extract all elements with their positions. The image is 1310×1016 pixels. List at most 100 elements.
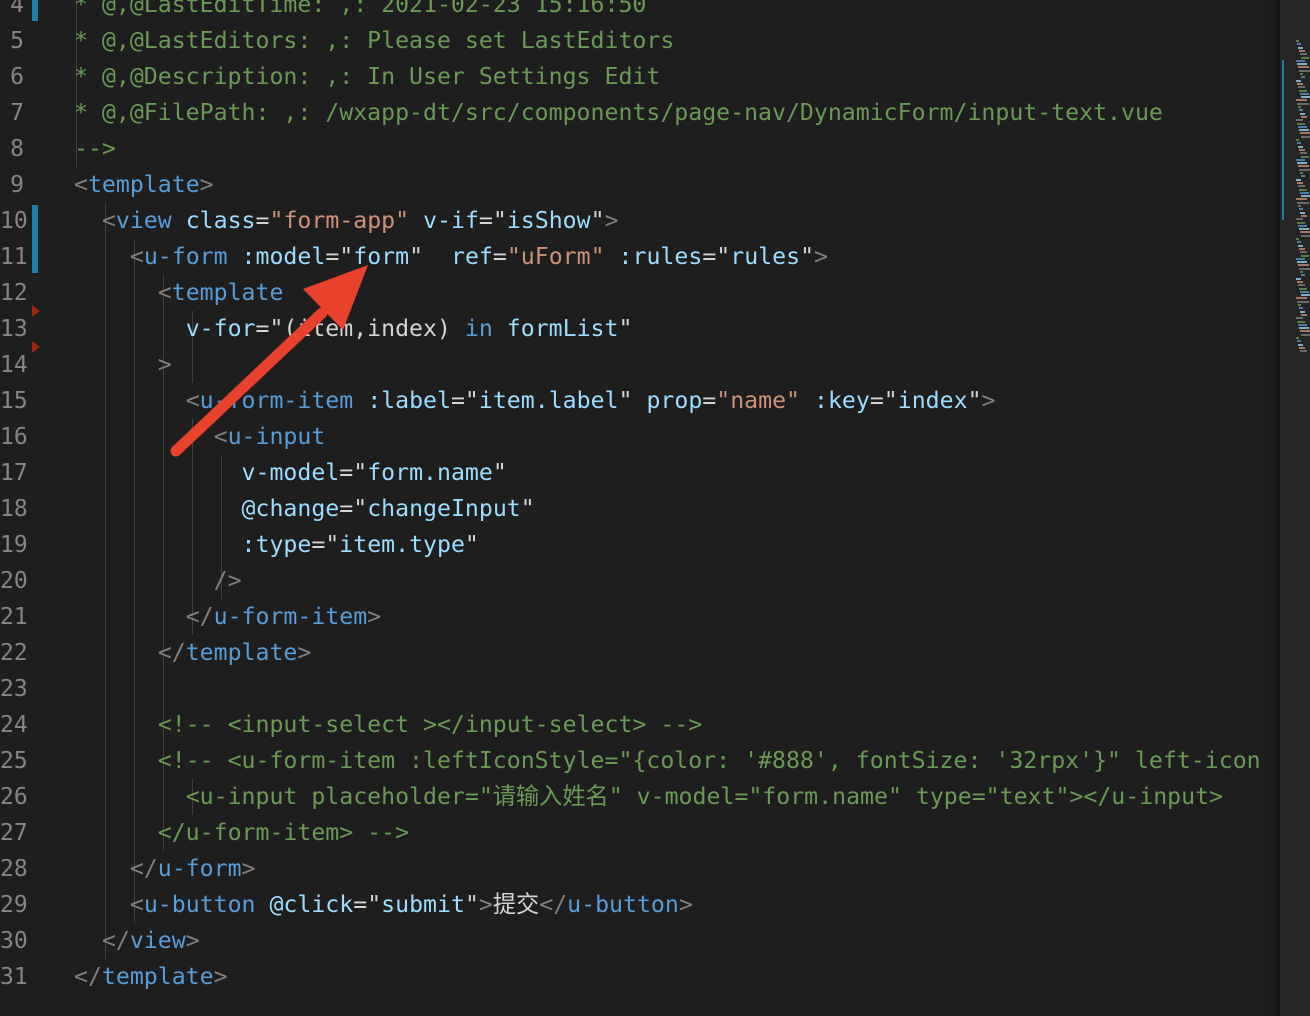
text-token: 提交 — [492, 891, 540, 918]
minimap-line — [1297, 261, 1307, 264]
attribute-name: :rules — [618, 243, 703, 270]
line-number: 26 — [0, 784, 28, 810]
code-line[interactable]: </view> — [74, 923, 200, 959]
tag-name: u-form — [157, 855, 242, 882]
code-line[interactable]: </u-form-item> — [74, 599, 381, 635]
text-token: = — [325, 243, 340, 270]
minimap-line — [1296, 178, 1301, 181]
comment-token: <!-- <input-select ></input-select> --> — [157, 711, 703, 738]
line-number: 7 — [10, 100, 24, 126]
code-line[interactable]: <template — [74, 275, 284, 311]
minimap-line — [1299, 208, 1303, 211]
minimap-line — [1296, 257, 1305, 260]
code-line[interactable]: </u-form> — [74, 851, 256, 887]
code-line[interactable]: * @,@Description: ,: In User Settings Ed… — [74, 59, 660, 95]
string-value: "name" — [716, 387, 801, 414]
code-line[interactable]: @change="changeInput" — [74, 491, 535, 527]
code-editor[interactable]: 4 5 6 7 8 9 10 11 12 13 14 15 16 17 18 19 20 21 22 23 24 25 26… — [0, 0, 1280, 1016]
line-number: 11 — [0, 244, 28, 270]
code-line[interactable]: * @,@LastEditTime: ,: 2021-02-23 15:16:5… — [74, 0, 646, 23]
minimap-line — [1296, 59, 1305, 62]
code-line[interactable]: <template> — [74, 167, 214, 203]
code-line[interactable]: <u-input placeholder="请输入姓名" v-model="fo… — [74, 779, 1223, 815]
tag-name: u-form — [143, 243, 228, 270]
text-token: " — [967, 387, 982, 414]
code-line[interactable]: <u-form :model="form" ref="uForm" :rules… — [74, 239, 828, 275]
text-token: = — [255, 207, 270, 234]
code-line[interactable]: <u-input — [74, 419, 326, 455]
line-number: 19 — [0, 532, 28, 558]
git-deleted-marker[interactable] — [32, 305, 40, 317]
text-token: " — [353, 459, 368, 486]
minimap-line — [1298, 106, 1301, 108]
code-line[interactable]: /> — [74, 563, 242, 599]
text-token: " — [618, 315, 633, 342]
minimap-line — [1296, 158, 1305, 161]
attribute-name: @change — [241, 495, 340, 522]
line-number: 5 — [10, 28, 24, 54]
minimap-line — [1300, 211, 1305, 214]
code-line[interactable]: <!-- <u-form-item :leftIconStyle="{color… — [74, 743, 1261, 779]
line-number: 6 — [10, 64, 24, 90]
code-line[interactable]: <u-form-item :label="item.label" prop="n… — [74, 383, 996, 419]
minimap-line — [1300, 290, 1309, 293]
minimap-line — [1297, 142, 1301, 145]
git-deleted-marker[interactable] — [32, 341, 40, 353]
punctuation-token: < — [157, 279, 172, 306]
code-line[interactable]: v-for="(item,index) in formList" — [74, 311, 633, 347]
git-modified-bar[interactable] — [32, 0, 38, 21]
tag-name: u-button — [567, 891, 679, 918]
line-number: 9 — [10, 172, 24, 198]
minimap-line — [1300, 350, 1307, 353]
minimap-line — [1298, 86, 1305, 89]
string-value: "uForm" — [506, 243, 605, 270]
minimap-line — [1301, 76, 1305, 79]
punctuation-token: > — [297, 639, 312, 666]
text-token: " — [800, 243, 815, 270]
text-token: = — [702, 387, 717, 414]
git-modified-bar[interactable] — [32, 205, 38, 273]
text-token: = — [869, 387, 884, 414]
minimap-line — [1298, 205, 1301, 207]
code-line[interactable]: </template> — [74, 635, 312, 671]
line-number: 4 — [10, 0, 24, 18]
code-line[interactable]: <!-- <input-select ></input-select> --> — [74, 707, 702, 743]
binding-value: formList — [506, 315, 619, 342]
code-line[interactable]: * @,@FilePath: ,: /wxapp-dt/src/componen… — [74, 95, 1163, 131]
minimap-line — [1296, 40, 1299, 42]
minimap[interactable] — [1280, 0, 1310, 1016]
code-line[interactable]: </u-form-item> --> — [74, 815, 409, 851]
tag-name: u-form-item — [199, 387, 354, 414]
text-token: " — [492, 207, 507, 234]
code-line[interactable]: --> — [74, 131, 116, 167]
code-line[interactable]: <view class="form-app" v-if="isShow"> — [74, 203, 619, 239]
minimap-line — [1298, 125, 1307, 128]
binding-value: rules — [730, 243, 801, 270]
minimap-line — [1301, 155, 1309, 158]
attribute-name: v-if — [423, 207, 479, 234]
punctuation-token: > — [199, 171, 214, 198]
punctuation-token: < — [213, 423, 228, 450]
text-token: " — [464, 531, 479, 558]
minimap-line — [1296, 198, 1307, 201]
minimap-line — [1297, 122, 1305, 125]
code-line[interactable]: </template> — [74, 959, 228, 995]
attribute-name: ref — [450, 243, 493, 270]
comment-token: <!-- <u-form-item :leftIconStyle="{color… — [157, 747, 1261, 774]
code-line[interactable]: > — [74, 347, 172, 383]
keyword-token: in — [464, 315, 493, 342]
text-token: = — [702, 243, 717, 270]
code-line[interactable]: <u-button @click="submit">提交</u-button> — [74, 887, 693, 923]
code-line[interactable]: :type="item.type" — [74, 527, 479, 563]
code-line[interactable]: * @,@LastEditors: ,: Please set LastEdit… — [74, 23, 674, 59]
punctuation-token: < — [185, 387, 200, 414]
minimap-line — [1298, 224, 1307, 227]
code-line[interactable]: v-model="form.name" — [74, 455, 507, 491]
minimap-line — [1299, 168, 1310, 171]
